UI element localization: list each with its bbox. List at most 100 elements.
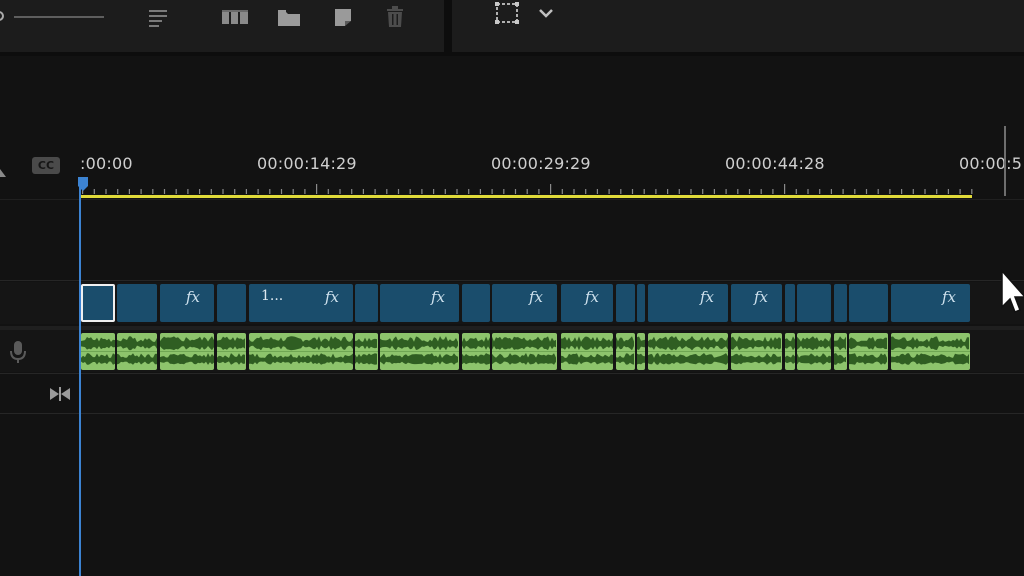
ruler-tick (748, 189, 751, 194)
closed-caption-icon[interactable]: CC (32, 157, 60, 174)
audio-clip[interactable] (797, 333, 831, 370)
video-clip[interactable]: fx (492, 284, 557, 322)
ruler-tick (292, 189, 294, 194)
ruler-tick (936, 189, 938, 194)
ruler-tick (526, 189, 528, 194)
audio-waveform (648, 336, 728, 365)
timeline-toolbar (0, 0, 444, 52)
audio-waveform (81, 337, 115, 365)
audio-clip[interactable] (160, 333, 214, 370)
ruler-tick (737, 189, 739, 194)
audio-clip[interactable] (355, 333, 378, 370)
folder-icon[interactable] (277, 6, 301, 28)
timecode-ruler[interactable]: :00:00 00:00:14:29 00:00:29:29 00:00:44:… (80, 150, 1024, 198)
video-clip[interactable] (834, 284, 847, 322)
ruler-tick (830, 189, 832, 194)
ruler-tick (444, 189, 446, 194)
ruler-tick (620, 189, 622, 194)
audio-clip[interactable] (81, 333, 115, 370)
ruler-tick (514, 189, 517, 194)
zoom-slider-track[interactable] (14, 16, 104, 18)
video-clip[interactable]: fx (160, 284, 214, 322)
ruler-ticks (82, 184, 973, 194)
audio-clip[interactable] (561, 333, 613, 370)
ruler-tick (655, 189, 657, 194)
audio-clip[interactable] (849, 333, 888, 370)
ruler-tick (842, 189, 844, 194)
crop-frame-icon[interactable] (494, 2, 520, 24)
ruler-tick (561, 189, 563, 194)
ruler-tick (386, 189, 388, 194)
audio-waveform (217, 336, 246, 365)
video-clip[interactable]: fx (561, 284, 613, 322)
playhead-handle[interactable] (78, 176, 88, 191)
audio-clip[interactable] (616, 333, 635, 370)
video-clip[interactable] (355, 284, 378, 322)
video-clip[interactable] (785, 284, 795, 322)
ruler-tick (795, 189, 797, 194)
ruler-tick (807, 189, 809, 194)
audio-waveform (616, 336, 635, 365)
audio-waveform (117, 336, 157, 365)
audio-clip[interactable] (117, 333, 157, 370)
ruler-tick (573, 189, 575, 194)
timeline-end-marker (1004, 126, 1006, 196)
fx-badge: fx (324, 288, 339, 306)
fx-badge: fx (941, 288, 956, 306)
zoom-slider[interactable] (0, 8, 108, 26)
audio-waveform (849, 336, 888, 365)
video-clip[interactable] (81, 284, 115, 322)
list-icon[interactable] (148, 6, 170, 28)
audio-clip[interactable] (648, 333, 728, 370)
ruler-tick (503, 189, 505, 194)
audio-clip[interactable] (249, 333, 353, 370)
microphone-icon[interactable] (9, 340, 27, 368)
audio-clip[interactable] (637, 333, 645, 370)
ruler-tick (433, 189, 435, 194)
ruler-tick (339, 189, 341, 194)
toolbar-divider (444, 0, 452, 52)
ruler-tick (257, 189, 259, 194)
ruler-tick (713, 189, 715, 194)
new-item-icon[interactable] (333, 6, 353, 28)
audio-clip[interactable] (785, 333, 795, 370)
video-clip[interactable]: fx (731, 284, 782, 322)
top-toolbar (0, 0, 1024, 56)
trash-icon[interactable] (385, 6, 405, 28)
audio-clip[interactable] (834, 333, 847, 370)
ruler-tick (585, 189, 587, 194)
audio-clip[interactable] (492, 333, 557, 370)
video-clip[interactable]: 1... fx (249, 284, 353, 322)
video-clip[interactable] (849, 284, 888, 322)
video-clip[interactable]: fx (891, 284, 970, 322)
video-clip[interactable] (797, 284, 831, 322)
ruler-tick (210, 189, 212, 194)
video-clip[interactable]: fx (380, 284, 459, 322)
chevron-down-icon[interactable] (536, 2, 556, 24)
video-clip[interactable] (117, 284, 157, 322)
ruler-tick (163, 189, 166, 194)
audio-clip[interactable] (462, 333, 490, 370)
audio-clip[interactable] (731, 333, 782, 370)
monitor-toolbar (452, 0, 1024, 52)
ruler-tick (269, 189, 271, 194)
transition-icon[interactable] (50, 386, 70, 406)
audio-clip[interactable] (380, 333, 459, 370)
collapse-arrow-icon[interactable] (0, 164, 6, 178)
video-clip[interactable]: fx (648, 284, 728, 322)
grid-view-icon[interactable] (222, 6, 248, 28)
video-clip[interactable] (217, 284, 246, 322)
audio-clip[interactable] (891, 333, 970, 370)
video-clip[interactable] (637, 284, 645, 322)
work-area-bar[interactable] (80, 195, 972, 198)
zoom-slider-knob[interactable] (0, 11, 4, 21)
ruler-tick (865, 189, 868, 194)
playhead-line[interactable] (79, 186, 81, 576)
ruler-tick (854, 189, 856, 194)
audio-waveform (160, 336, 214, 365)
video-clip[interactable] (462, 284, 490, 322)
audio-clip[interactable] (217, 333, 246, 370)
track-divider (0, 373, 1024, 374)
video-clip[interactable] (616, 284, 635, 322)
timecode-label: 00:00:5 (959, 154, 1023, 173)
